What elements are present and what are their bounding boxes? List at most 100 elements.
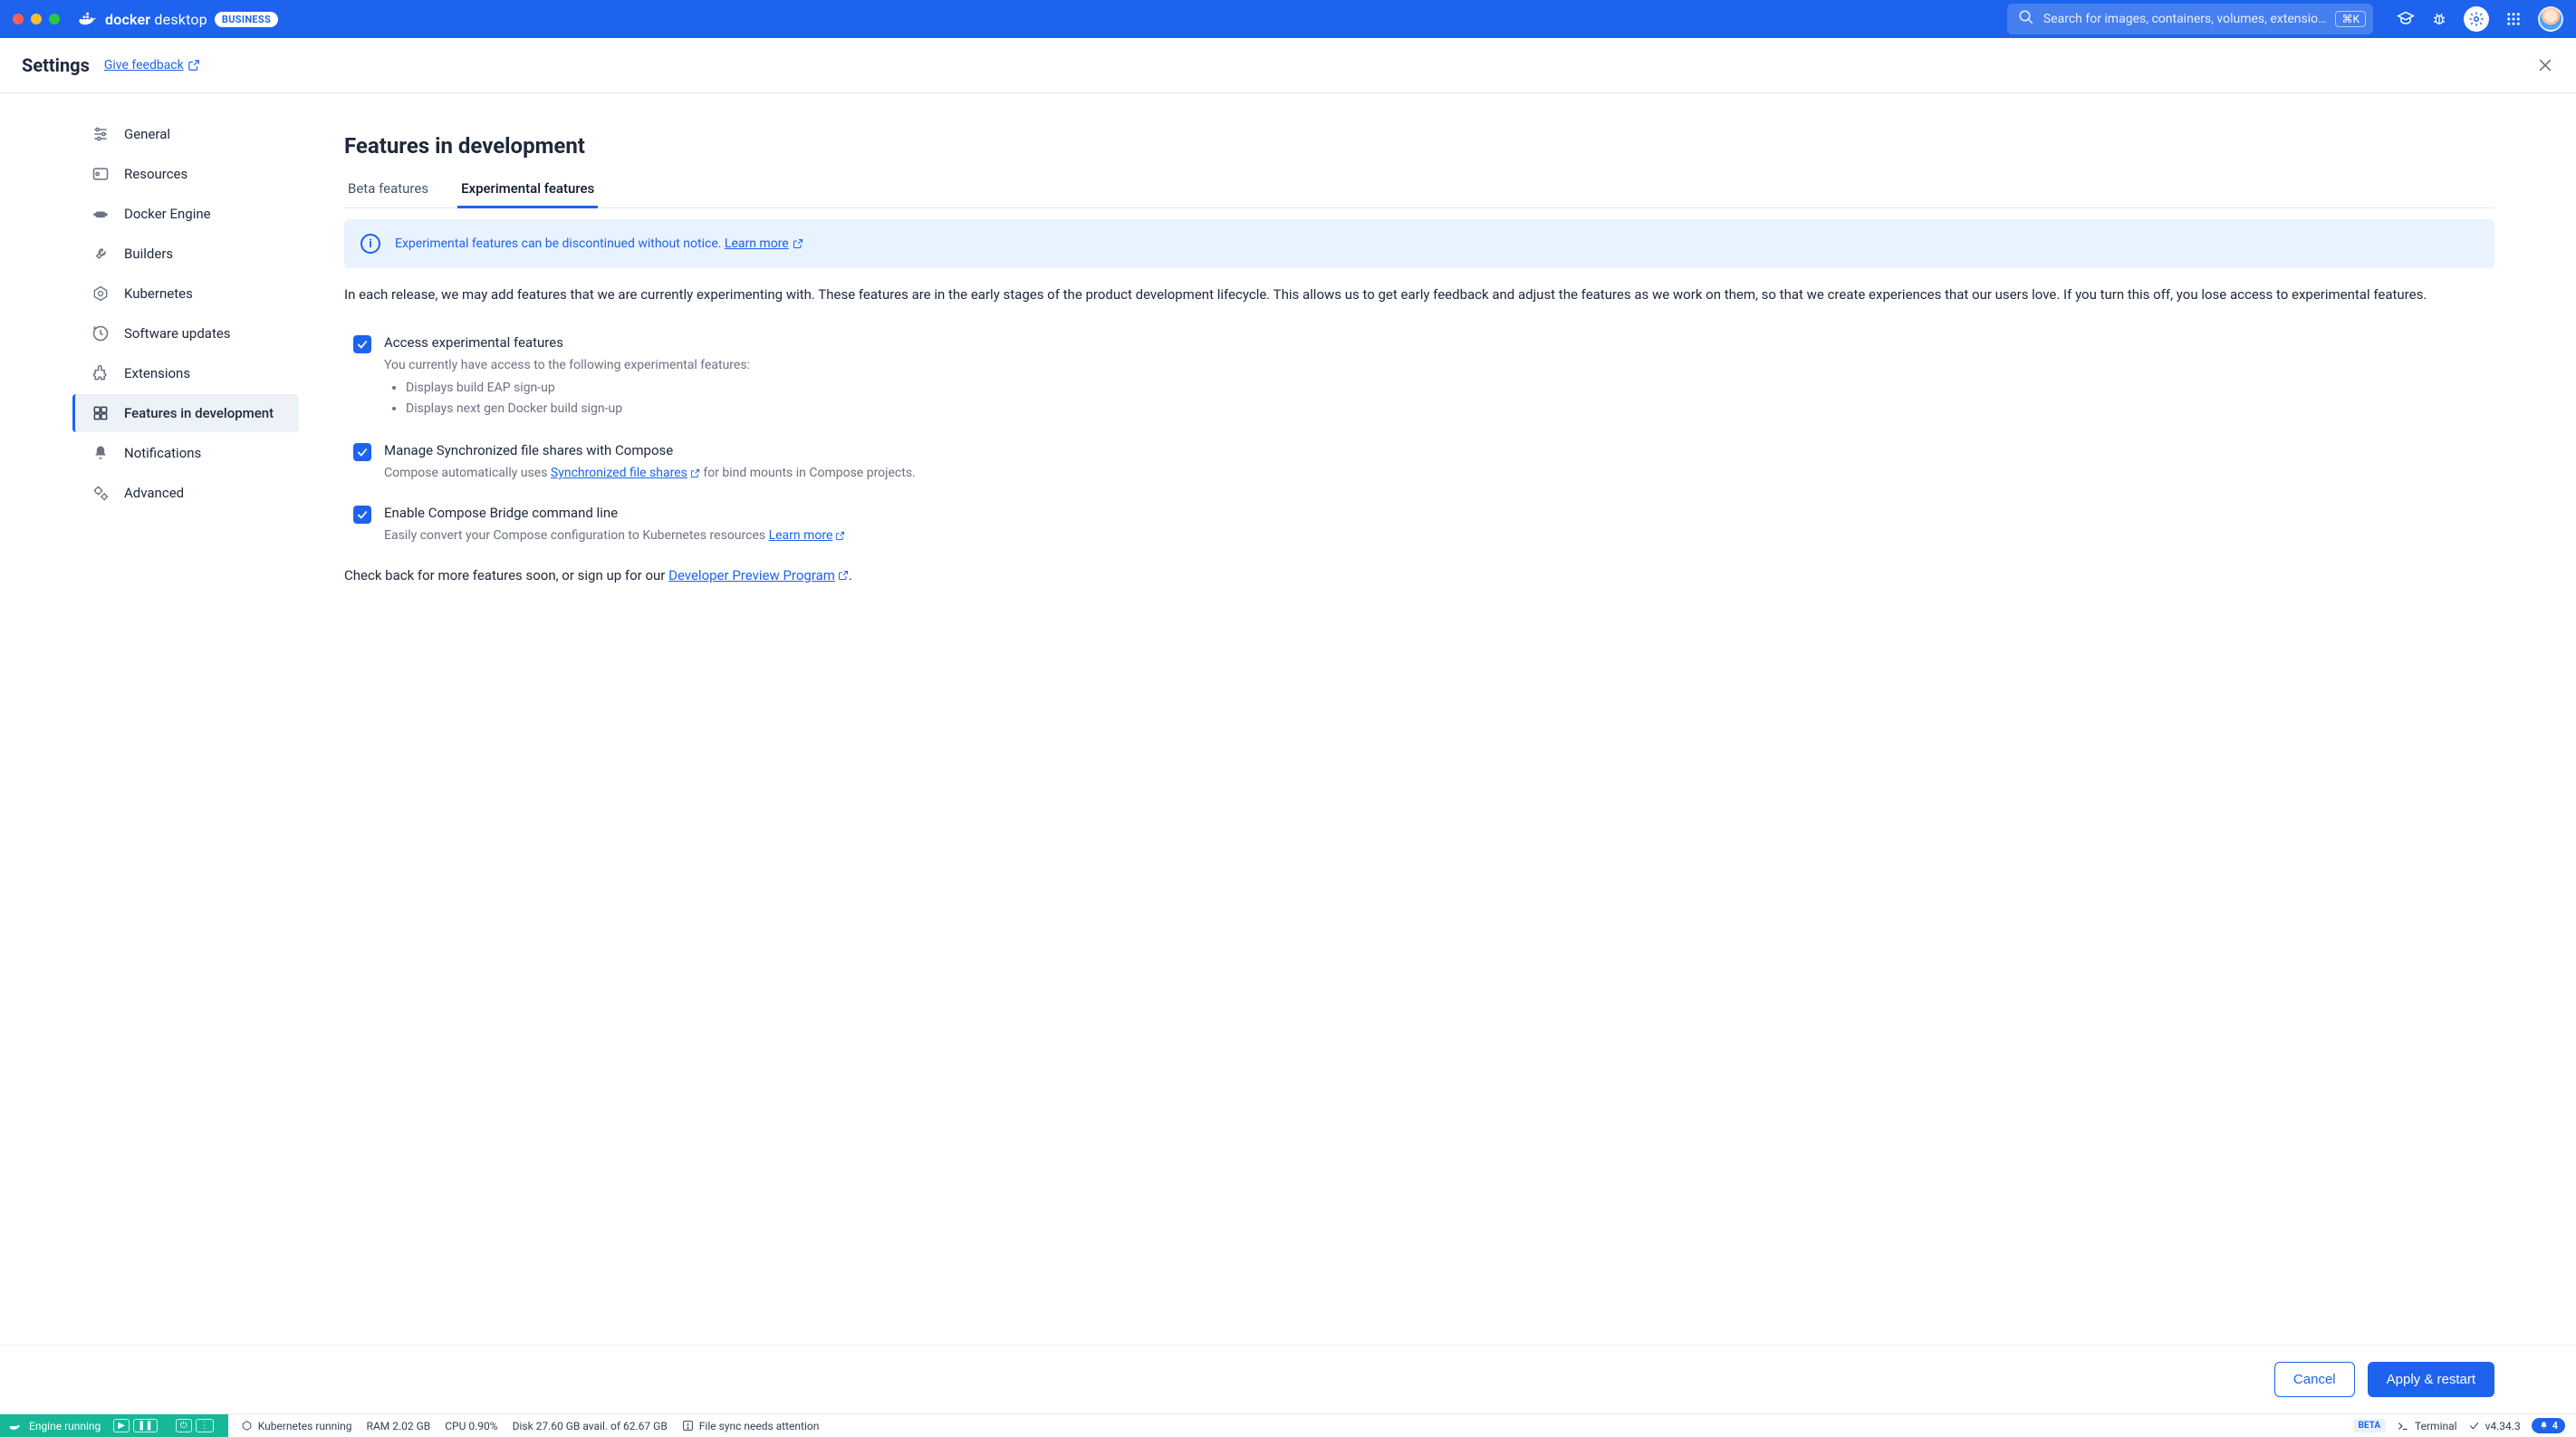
- whale-icon: [9, 1420, 22, 1432]
- feature-desc: Easily convert your Compose configuratio…: [384, 526, 845, 545]
- window-controls: [13, 14, 60, 24]
- grid-icon: [91, 404, 110, 422]
- sidebar-item-label: Advanced: [124, 485, 184, 501]
- apply-restart-button[interactable]: Apply & restart: [2368, 1362, 2494, 1397]
- info-icon: i: [360, 234, 380, 254]
- settings-icon[interactable]: [2464, 6, 2489, 32]
- feature-desc: Compose automatically uses Synchronized …: [384, 464, 916, 483]
- business-badge: BUSINESS: [215, 12, 278, 27]
- clock-update-icon: [91, 324, 110, 342]
- sidebar-item-label: Resources: [124, 166, 187, 182]
- status-metrics: Kubernetes running RAM 2.02 GB CPU 0.90%…: [228, 1414, 2342, 1437]
- avatar[interactable]: [2538, 6, 2563, 32]
- titlebar: docker desktop BUSINESS Search for image…: [0, 0, 2576, 38]
- checkbox-sync-file-shares[interactable]: [353, 443, 371, 461]
- main-pane: Features in development Beta features Ex…: [299, 115, 2576, 1345]
- sidebar-item-features-in-development[interactable]: Features in development: [72, 394, 299, 432]
- sidebar-item-software-updates[interactable]: Software updates: [72, 314, 299, 352]
- feature-desc: You currently have access to the followi…: [384, 356, 750, 419]
- checkbox-access-experimental[interactable]: [353, 335, 371, 353]
- feature-access-experimental: Access experimental features You current…: [344, 327, 2494, 435]
- beta-badge: BETA: [2353, 1419, 2387, 1432]
- check-icon: [2468, 1420, 2480, 1432]
- banner-learn-more-link[interactable]: Learn more: [725, 236, 803, 251]
- ram-status: RAM 2.02 GB: [367, 1420, 431, 1432]
- tab-experimental-features[interactable]: Experimental features: [457, 173, 598, 208]
- bell-icon: [2539, 1421, 2549, 1431]
- engine-play-icon[interactable]: ▶: [113, 1419, 130, 1432]
- info-banner: i Experimental features can be discontin…: [344, 219, 2494, 268]
- gauge-icon: [91, 165, 110, 183]
- external-link-icon: [838, 570, 849, 581]
- engine-status[interactable]: Engine running ▶ ❚❚ ⏻ ⋮: [0, 1414, 228, 1437]
- window-maximize[interactable]: [49, 14, 60, 24]
- sidebar-item-label: Software updates: [124, 325, 231, 342]
- engine-icon: [91, 205, 110, 223]
- engine-pause-icon[interactable]: ❚❚: [133, 1419, 158, 1432]
- sidebar: General Resources Docker Engine Builders…: [0, 115, 299, 1345]
- search-shortcut: ⌘K: [2335, 11, 2366, 27]
- file-sync-status[interactable]: File sync needs attention: [682, 1420, 820, 1432]
- engine-power-icon[interactable]: ⏻: [176, 1419, 192, 1432]
- banner-text: Experimental features can be discontinue…: [395, 236, 803, 251]
- bug-icon[interactable]: [2431, 11, 2447, 27]
- brand: docker desktop BUSINESS: [78, 11, 278, 28]
- sidebar-item-kubernetes[interactable]: Kubernetes: [72, 275, 299, 313]
- close-icon[interactable]: [2536, 56, 2554, 74]
- page-title: Features in development: [344, 133, 2494, 159]
- sidebar-item-label: Extensions: [124, 365, 190, 381]
- search-placeholder: Search for images, containers, volumes, …: [2043, 12, 2327, 26]
- disk-status: Disk 27.60 GB avail. of 62.67 GB: [513, 1420, 668, 1432]
- learn-icon[interactable]: [2397, 10, 2415, 28]
- bell-icon: [91, 444, 110, 462]
- feature-bullet: Displays next gen Docker build sign-up: [406, 400, 750, 419]
- sidebar-item-general[interactable]: General: [72, 115, 299, 153]
- statusbar: Engine running ▶ ❚❚ ⏻ ⋮ Kubernetes runni…: [0, 1413, 2576, 1437]
- sidebar-item-label: General: [124, 126, 170, 142]
- sidebar-item-builders[interactable]: Builders: [72, 235, 299, 273]
- sidebar-item-label: Notifications: [124, 445, 201, 461]
- apps-grid-icon[interactable]: [2505, 11, 2522, 27]
- feature-title: Manage Synchronized file shares with Com…: [384, 442, 916, 458]
- kubernetes-icon: [241, 1420, 253, 1432]
- external-link-icon: [835, 531, 845, 541]
- engine-status-text: Engine running: [29, 1420, 101, 1432]
- whale-icon: [78, 12, 98, 26]
- status-right: BETA Terminal v4.34.3 4: [2342, 1414, 2576, 1437]
- terminal-toggle[interactable]: Terminal: [2397, 1420, 2457, 1432]
- gears-icon: [91, 484, 110, 502]
- engine-menu-icon[interactable]: ⋮: [196, 1419, 214, 1432]
- sidebar-item-label: Builders: [124, 246, 173, 262]
- external-link-icon: [690, 468, 700, 478]
- brand-text: docker desktop: [105, 11, 207, 28]
- sidebar-item-label: Kubernetes: [124, 285, 193, 302]
- window-close[interactable]: [13, 14, 24, 24]
- puzzle-icon: [91, 364, 110, 382]
- wrench-icon: [91, 245, 110, 263]
- notifications-badge[interactable]: 4: [2532, 1418, 2565, 1433]
- feature-bullet: Displays build EAP sign-up: [406, 379, 750, 398]
- sync-file-shares-link[interactable]: Synchronized file shares: [551, 464, 700, 483]
- sidebar-item-label: Docker Engine: [124, 206, 211, 222]
- sliders-icon: [91, 125, 110, 143]
- sidebar-item-notifications[interactable]: Notifications: [72, 434, 299, 472]
- compose-bridge-learn-more-link[interactable]: Learn more: [769, 526, 846, 545]
- give-feedback-link[interactable]: Give feedback: [104, 58, 200, 72]
- sidebar-item-resources[interactable]: Resources: [72, 155, 299, 193]
- window-minimize[interactable]: [31, 14, 42, 24]
- titlebar-actions: [2397, 6, 2563, 32]
- kubernetes-status[interactable]: Kubernetes running: [241, 1420, 352, 1432]
- tab-beta-features[interactable]: Beta features: [344, 173, 432, 208]
- sidebar-item-docker-engine[interactable]: Docker Engine: [72, 195, 299, 233]
- checkbox-compose-bridge[interactable]: [353, 506, 371, 524]
- kubernetes-icon: [91, 285, 110, 303]
- search-input[interactable]: Search for images, containers, volumes, …: [2007, 4, 2373, 34]
- page-heading: Settings: [22, 54, 90, 76]
- version-label[interactable]: v4.34.3: [2468, 1420, 2521, 1432]
- closing-paragraph: Check back for more features soon, or si…: [344, 567, 2494, 583]
- developer-preview-link[interactable]: Developer Preview Program: [668, 567, 849, 583]
- sidebar-item-extensions[interactable]: Extensions: [72, 354, 299, 392]
- cancel-button[interactable]: Cancel: [2274, 1362, 2355, 1397]
- sidebar-item-advanced[interactable]: Advanced: [72, 474, 299, 512]
- search-icon: [2018, 9, 2034, 29]
